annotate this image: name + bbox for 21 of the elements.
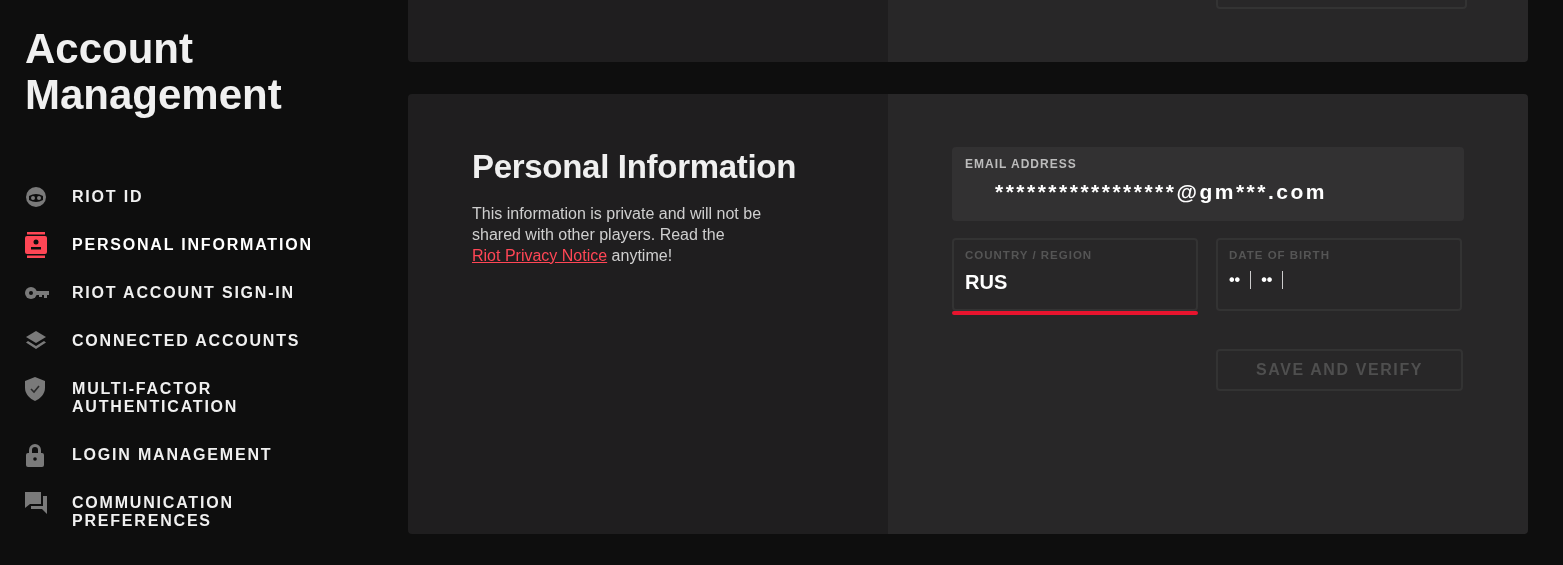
key-icon [25,286,49,300]
chat-icon [25,492,47,514]
privacy-link[interactable]: Riot Privacy Notice [472,247,608,264]
email-field[interactable]: EMAIL ADDRESS *****************@gm***.com [952,147,1464,221]
page-title: Account Management [25,26,283,118]
face-icon [25,186,47,208]
shield-check-icon [25,377,45,401]
person-card-icon [25,232,47,258]
date-part: •• [1229,271,1241,289]
sidebar-item[interactable]: RIOT ID [25,188,408,236]
sidebar-item[interactable]: LOGIN MANAGEMENT [25,446,408,494]
date-part: •• [1261,271,1273,289]
layers-icon [25,331,47,351]
section-description: This information is private and will not be shared with other players. Read the Riot Privacy Notice anytime! [472,204,763,266]
sidebar-item[interactable]: MULTI-FACTOR AUTHENTICATION [25,380,408,446]
sidebar-item[interactable]: PERSONAL INFORMATION [25,236,408,284]
section-title: Personal Information [472,148,798,186]
sidebar-item[interactable]: RIOT ACCOUNT SIGN-IN [25,284,408,332]
sidebar-item[interactable]: CONNECTED ACCOUNTS [25,332,408,380]
lock-icon [25,443,45,467]
sidebar-item[interactable]: COMMUNICATION PREFERENCES [25,494,408,560]
